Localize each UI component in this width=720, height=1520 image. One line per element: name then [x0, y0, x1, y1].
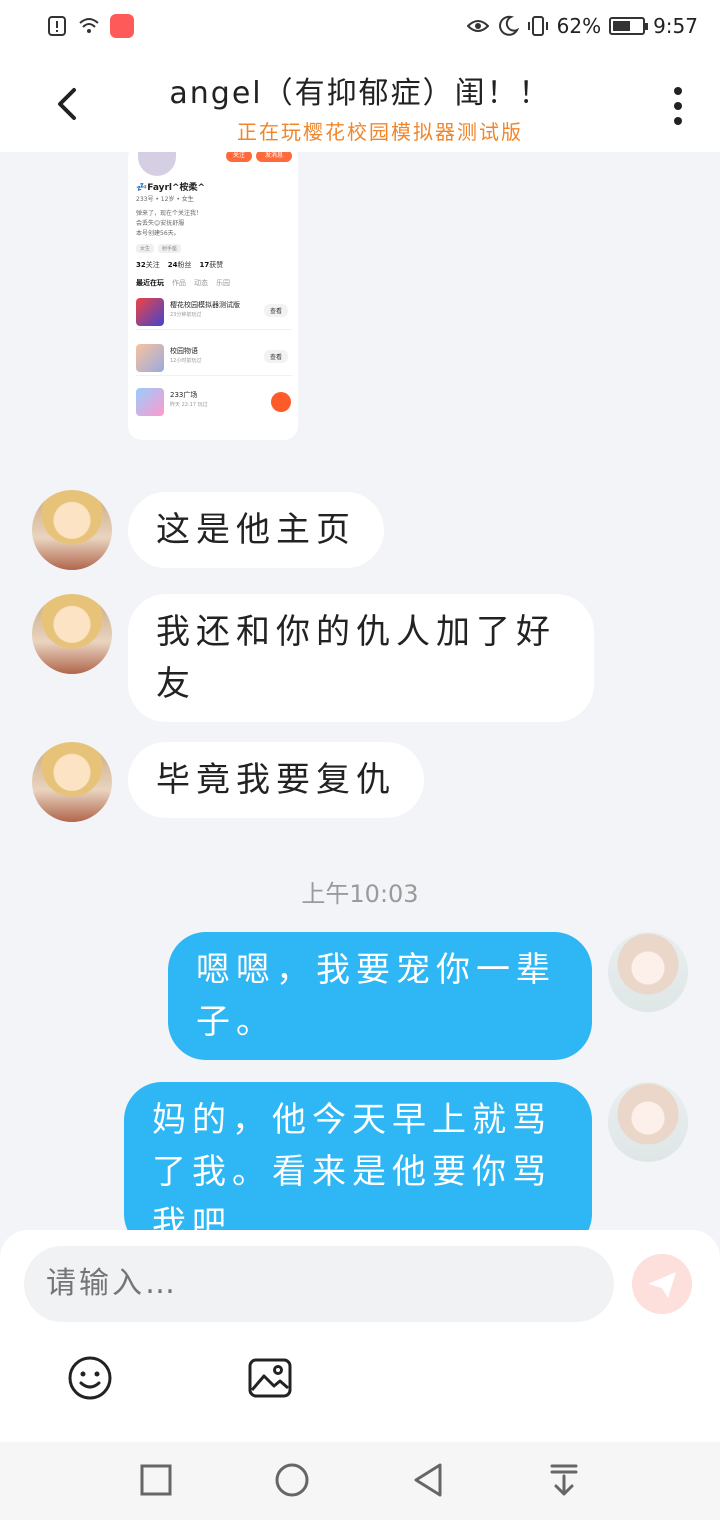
alert-icon — [48, 16, 66, 36]
message-list[interactable]: 关注 发消息 💤Fayrl^桉柔^ 233号 • 12岁 • 女生 弹来了，现在… — [0, 152, 720, 1232]
profile-name: 💤Fayrl^桉柔^ — [136, 183, 206, 193]
game-item: 校园物语 12小时前玩过 查看 — [136, 340, 292, 376]
back-arrow-icon[interactable] — [48, 84, 88, 124]
notification-pull-icon[interactable] — [544, 1460, 584, 1500]
vibrate-icon — [527, 16, 548, 36]
system-nav-bar — [0, 1442, 720, 1520]
eye-icon — [466, 20, 489, 32]
game-item: 233广场 昨天 22:17 玩过 — [136, 384, 292, 420]
home-icon[interactable] — [272, 1460, 312, 1500]
profile-bio-line: 会丢失😊安抚舒服 — [136, 220, 185, 227]
message-bubble[interactable]: 毕竟我要复仇 — [128, 742, 424, 818]
my-avatar[interactable] — [608, 1082, 688, 1162]
status-bar: 62% 9:57 — [0, 0, 720, 56]
recent-apps-icon[interactable] — [136, 1460, 176, 1500]
more-options-icon[interactable] — [672, 86, 684, 126]
emoji-icon[interactable] — [66, 1354, 114, 1402]
wifi-icon — [79, 18, 99, 33]
battery-percent: 62% — [556, 14, 602, 38]
image-icon[interactable] — [246, 1354, 294, 1402]
message-bubble[interactable]: 这是他主页 — [128, 492, 384, 568]
message-bubble[interactable]: 嗯嗯，我要宠你一辈子。 — [168, 932, 592, 1060]
send-icon[interactable] — [632, 1254, 692, 1314]
contact-avatar[interactable] — [32, 742, 112, 822]
message-bubble[interactable]: 妈的，他今天早上就骂了我。看来是他要你骂我吧 — [124, 1082, 592, 1232]
profile-tabs: 最近在玩 作品 动态 乐园 — [136, 279, 230, 287]
message-bubble[interactable]: 我还和你的仇人加了好友 — [128, 594, 594, 722]
heart-icon — [271, 392, 291, 412]
message-input[interactable] — [24, 1246, 614, 1322]
contact-avatar[interactable] — [32, 490, 112, 570]
game-item: 樱花校园模拟器测试版 23分钟前玩过 查看 — [136, 294, 292, 330]
compose-bar — [0, 1230, 720, 1442]
profile-bio-line: 弹来了，现在个关注我！ — [136, 210, 203, 217]
chat-title: angel（有抑郁症）闺！！ — [169, 76, 551, 111]
app-notification-icon — [110, 14, 134, 38]
moon-icon — [498, 15, 519, 36]
back-icon[interactable] — [408, 1460, 448, 1500]
profile-tag: 女生 — [136, 244, 155, 253]
my-avatar[interactable] — [608, 932, 688, 1012]
profile-avatar — [138, 152, 176, 176]
message-button: 发消息 — [256, 152, 292, 162]
clock: 9:57 — [653, 14, 698, 38]
follow-button: 关注 — [226, 152, 252, 162]
profile-bio-line: 本号创建56天。 — [136, 230, 180, 237]
contact-avatar[interactable] — [32, 594, 112, 674]
message-timestamp: 上午10:03 — [301, 880, 419, 908]
profile-stats: 32关注 24粉丝 17获赞 — [136, 261, 224, 269]
chat-header: angel（有抑郁症）闺！！ 正在玩樱花校园模拟器测试版 — [0, 56, 720, 152]
playing-status[interactable]: 正在玩樱花校园模拟器测试版 — [100, 116, 660, 145]
shared-profile-screenshot[interactable]: 关注 发消息 💤Fayrl^桉柔^ 233号 • 12岁 • 女生 弹来了，现在… — [128, 152, 298, 440]
battery-icon — [609, 17, 649, 35]
profile-meta: 233号 • 12岁 • 女生 — [136, 196, 194, 203]
profile-tag: 射手座 — [158, 244, 182, 253]
